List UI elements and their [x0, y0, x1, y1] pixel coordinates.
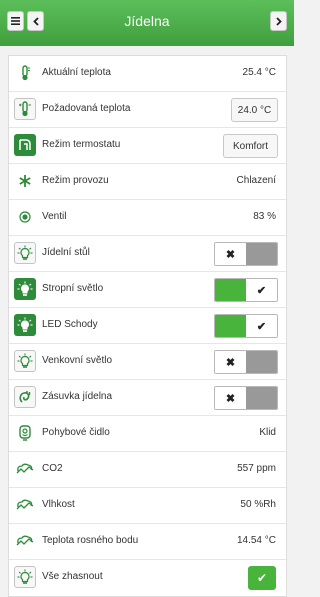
dining-table-light-toggle[interactable]: ✖: [214, 242, 278, 266]
valve-icon: [14, 206, 36, 228]
toggle-knob: [215, 279, 246, 301]
row-label: LED Schody: [42, 319, 98, 330]
row-label: Stropní světlo: [42, 283, 104, 294]
toggle-off-mark: ✖: [215, 351, 246, 373]
row-label: Aktuální teplota: [42, 67, 111, 78]
light-bulb-icon[interactable]: [14, 350, 36, 372]
motion-sensor-icon: [14, 422, 36, 444]
row-value: 14.54 °C: [236, 535, 276, 546]
row-label: Vlhkost: [42, 499, 75, 510]
list-item: Pohybové čidlo Klid: [9, 416, 286, 452]
row-value: 83 %: [253, 211, 276, 222]
row-value: Chlazení: [236, 175, 276, 186]
light-bulb-icon[interactable]: [14, 278, 36, 300]
toggle-on-mark: ✔: [246, 315, 277, 337]
list-item: Zásuvka jídelna ✖: [9, 380, 286, 416]
row-value: 25.4 °C: [242, 67, 276, 78]
led-stairs-toggle[interactable]: ✔: [214, 314, 278, 338]
list-item: CO2 557 ppm: [9, 452, 286, 488]
row-label: Jídelní stůl: [42, 247, 90, 258]
top-bar: Jídelna: [0, 0, 294, 46]
ceiling-light-toggle[interactable]: ✔: [214, 278, 278, 302]
target-temperature-button[interactable]: 24.0 °C: [231, 98, 278, 122]
toggle-knob: [246, 243, 277, 265]
list-item: Teplota rosného bodu 14.54 °C: [9, 524, 286, 560]
thermometer-icon[interactable]: [14, 98, 36, 120]
list-item: Stropní světlo ✔: [9, 272, 286, 308]
row-value: Klid: [259, 427, 276, 438]
list-item: Režim termostatu Komfort: [9, 128, 286, 164]
row-label: Požadovaná teplota: [42, 103, 131, 114]
light-bulb-icon[interactable]: [14, 566, 36, 588]
air-quality-icon: [14, 530, 36, 552]
device-list: Aktuální teplota 25.4 °C Požadovaná tepl…: [8, 55, 287, 597]
row-label: Režim termostatu: [42, 139, 121, 150]
toggle-knob: [246, 351, 277, 373]
row-label: Teplota rosného bodu: [42, 535, 139, 546]
row-value: 50 %Rh: [240, 499, 276, 510]
toggle-knob: [215, 315, 246, 337]
outdoor-light-toggle[interactable]: ✖: [214, 350, 278, 374]
list-item: Aktuální teplota 25.4 °C: [9, 56, 286, 92]
thermostat-mode-button[interactable]: Komfort: [223, 134, 278, 158]
air-quality-icon: [14, 494, 36, 516]
light-bulb-icon[interactable]: [14, 242, 36, 264]
chevron-right-icon[interactable]: [270, 11, 287, 31]
row-label: Ventil: [42, 211, 67, 222]
toggle-off-mark: ✖: [215, 387, 246, 409]
thermometer-icon: [14, 62, 36, 84]
row-label: Režim provozu: [42, 175, 109, 186]
air-quality-icon: [14, 458, 36, 480]
row-label: CO2: [42, 463, 63, 474]
list-item: Vše zhasnout ✔: [9, 560, 286, 596]
list-item: Požadovaná teplota 24.0 °C: [9, 92, 286, 128]
row-label: Vše zhasnout: [42, 571, 103, 582]
socket-icon[interactable]: [14, 386, 36, 408]
row-label: Pohybové čidlo: [42, 427, 110, 438]
list-item: Venkovní světlo ✖: [9, 344, 286, 380]
list-item: LED Schody ✔: [9, 308, 286, 344]
toggle-knob: [246, 387, 277, 409]
snowflake-icon: [14, 170, 36, 192]
list-item: Režim provozu Chlazení: [9, 164, 286, 200]
list-item: Ventil 83 %: [9, 200, 286, 236]
thermostat-mode-icon[interactable]: [14, 134, 36, 156]
list-item: Vlhkost 50 %Rh: [9, 488, 286, 524]
row-label: Zásuvka jídelna: [42, 391, 113, 402]
row-value: 557 ppm: [237, 463, 276, 474]
row-label: Venkovní světlo: [42, 355, 113, 366]
page-title: Jídelna: [124, 13, 170, 29]
toggle-off-mark: ✖: [215, 243, 246, 265]
toggle-on-mark: ✔: [246, 279, 277, 301]
all-off-button[interactable]: ✔: [248, 566, 276, 590]
light-bulb-icon[interactable]: [14, 314, 36, 336]
list-item: Jídelní stůl ✖: [9, 236, 286, 272]
dining-socket-toggle[interactable]: ✖: [214, 386, 278, 410]
